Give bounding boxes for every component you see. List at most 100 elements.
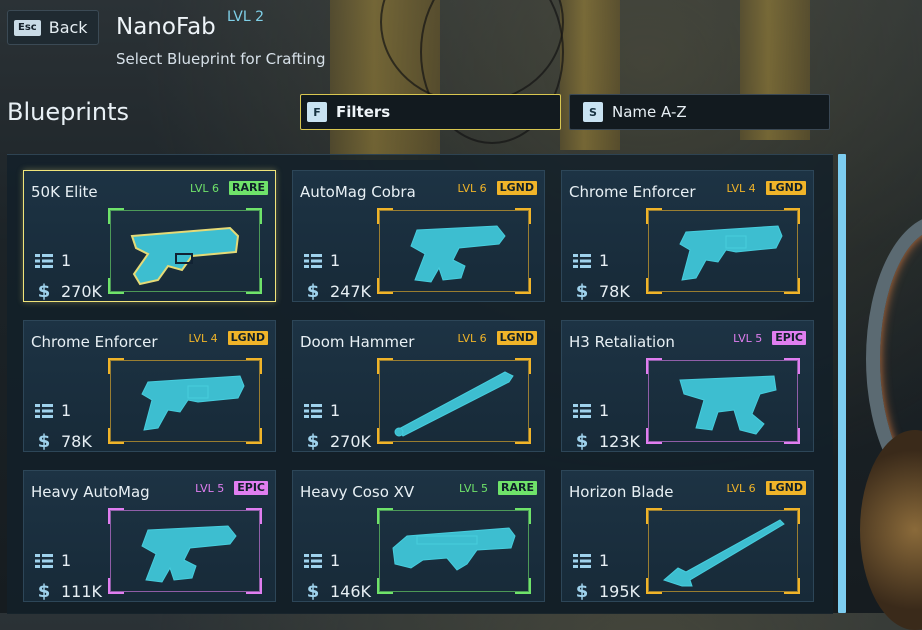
quantity-value: 1 — [330, 551, 341, 570]
back-label: Back — [48, 18, 88, 37]
blueprint-name: H3 Retaliation — [569, 333, 675, 351]
blueprint-level: LVL 5 — [733, 331, 763, 345]
currency-icon: $ — [37, 581, 51, 602]
blueprint-level: LVL 6 — [726, 481, 756, 495]
price-value: 195K — [599, 582, 641, 601]
blueprint-card[interactable]: Chrome Enforcer LVL 4 LGND 1 $ 78K — [561, 170, 814, 302]
blueprint-name: Heavy AutoMag — [31, 483, 150, 501]
blueprint-name: 50K Elite — [31, 183, 98, 201]
blueprint-price: $ 270K — [35, 281, 102, 302]
weapon-preview — [377, 358, 531, 444]
sort-button[interactable]: S Name A-Z — [569, 94, 830, 130]
shotgun-icon — [392, 527, 516, 571]
smg-icon — [679, 375, 777, 435]
blueprint-price: $ 78K — [573, 281, 630, 302]
filters-button[interactable]: F Filters — [300, 94, 561, 130]
blueprint-name: Heavy Coso XV — [300, 483, 415, 501]
filters-label: Filters — [336, 103, 391, 121]
rarity-badge: LGND — [765, 181, 806, 195]
revolver-icon — [141, 375, 245, 431]
stack-icon — [35, 253, 53, 268]
blueprint-level: LVL 6 — [457, 181, 487, 195]
rarity-badge: RARE — [498, 481, 537, 495]
currency-icon: $ — [575, 281, 589, 302]
sort-key-hint: S — [583, 102, 603, 122]
weapon-preview — [646, 358, 800, 444]
stack-icon — [573, 403, 591, 418]
blueprint-card[interactable]: H3 Retaliation LVL 5 EPIC 1 $ 123K — [561, 320, 814, 452]
price-value: 111K — [61, 582, 103, 601]
blueprint-card[interactable]: AutoMag Cobra LVL 6 LGND 1 $ 247K — [292, 170, 545, 302]
price-value: 270K — [330, 432, 372, 451]
weapon-preview — [377, 508, 531, 594]
weapon-preview — [108, 358, 262, 444]
currency-icon: $ — [37, 431, 51, 452]
blueprint-meta: LVL 5 EPIC — [733, 331, 806, 345]
weapon-preview — [646, 208, 800, 294]
blueprint-price: $ 270K — [304, 431, 371, 452]
blueprint-level: LVL 6 — [189, 181, 220, 195]
price-value: 78K — [599, 282, 630, 301]
filter-key-hint: F — [307, 102, 327, 122]
blueprint-quantity: 1 — [35, 401, 71, 420]
currency-icon: $ — [575, 431, 589, 452]
stack-icon — [304, 403, 322, 418]
blueprint-quantity: 1 — [304, 251, 340, 270]
blueprint-meta: LVL 4 LGND — [189, 331, 268, 345]
automag-icon — [410, 225, 506, 283]
station-level: LVL 2 — [227, 9, 264, 25]
blueprint-meta: LVL 6 RARE — [190, 181, 268, 195]
blueprint-level: LVL 4 — [188, 331, 218, 345]
blueprint-card[interactable]: Chrome Enforcer LVL 4 LGND 1 $ 78K — [23, 320, 276, 452]
rarity-badge: LGND — [496, 331, 537, 345]
currency-icon: $ — [306, 431, 320, 452]
stack-icon — [304, 253, 322, 268]
blueprint-meta: LVL 4 LGND — [727, 181, 806, 195]
currency-icon: $ — [37, 281, 51, 302]
blueprint-quantity: 1 — [573, 251, 609, 270]
page-subtitle: Select Blueprint for Crafting — [116, 50, 326, 68]
blueprint-price: $ 195K — [573, 581, 640, 602]
blueprint-meta: LVL 6 LGND — [458, 181, 537, 195]
weapon-preview — [108, 508, 262, 594]
quantity-value: 1 — [330, 401, 341, 420]
quantity-value: 1 — [599, 401, 610, 420]
price-value: 270K — [61, 282, 103, 301]
quantity-value: 1 — [330, 251, 341, 270]
blueprint-level: LVL 4 — [726, 181, 756, 195]
blueprint-card[interactable]: Doom Hammer LVL 6 LGND 1 $ 270K — [292, 320, 545, 452]
pistol-icon — [130, 226, 240, 286]
blueprint-card[interactable]: Heavy AutoMag LVL 5 EPIC 1 $ 111K — [23, 470, 276, 602]
blueprint-quantity: 1 — [35, 251, 71, 270]
stack-icon — [35, 553, 53, 568]
section-title: Blueprints — [7, 98, 130, 126]
price-value: 123K — [599, 432, 641, 451]
blueprint-name: Chrome Enforcer — [569, 183, 696, 201]
back-button[interactable]: Esc Back — [7, 10, 99, 45]
blueprint-meta: LVL 6 LGND — [458, 331, 537, 345]
currency-icon: $ — [306, 581, 320, 602]
price-value: 247K — [330, 282, 372, 301]
blueprint-quantity: 1 — [573, 401, 609, 420]
blueprint-meta: LVL 5 EPIC — [195, 481, 268, 495]
blueprint-quantity: 1 — [573, 551, 609, 570]
quantity-value: 1 — [599, 251, 610, 270]
blueprint-level: LVL 5 — [195, 481, 225, 495]
bat-icon — [394, 371, 514, 437]
quantity-value: 1 — [599, 551, 610, 570]
blueprint-name: Doom Hammer — [300, 333, 415, 351]
blueprint-card[interactable]: Horizon Blade LVL 6 LGND 1 $ 195K — [561, 470, 814, 602]
stack-icon — [35, 403, 53, 418]
blueprint-card[interactable]: Heavy Coso XV LVL 5 RARE 1 $ 146K — [292, 470, 545, 602]
weapon-preview — [108, 208, 262, 294]
blueprint-name: AutoMag Cobra — [300, 183, 416, 201]
rarity-badge: LGND — [765, 481, 806, 495]
blueprint-quantity: 1 — [304, 551, 340, 570]
currency-icon: $ — [575, 581, 589, 602]
blueprint-price: $ 123K — [573, 431, 640, 452]
stack-icon — [573, 253, 591, 268]
weapon-preview — [646, 508, 800, 594]
scrollbar[interactable] — [838, 154, 846, 613]
blueprint-price: $ 111K — [35, 581, 102, 602]
blueprint-card[interactable]: 50K Elite LVL 6 RARE 1 $ 270K — [23, 170, 276, 302]
